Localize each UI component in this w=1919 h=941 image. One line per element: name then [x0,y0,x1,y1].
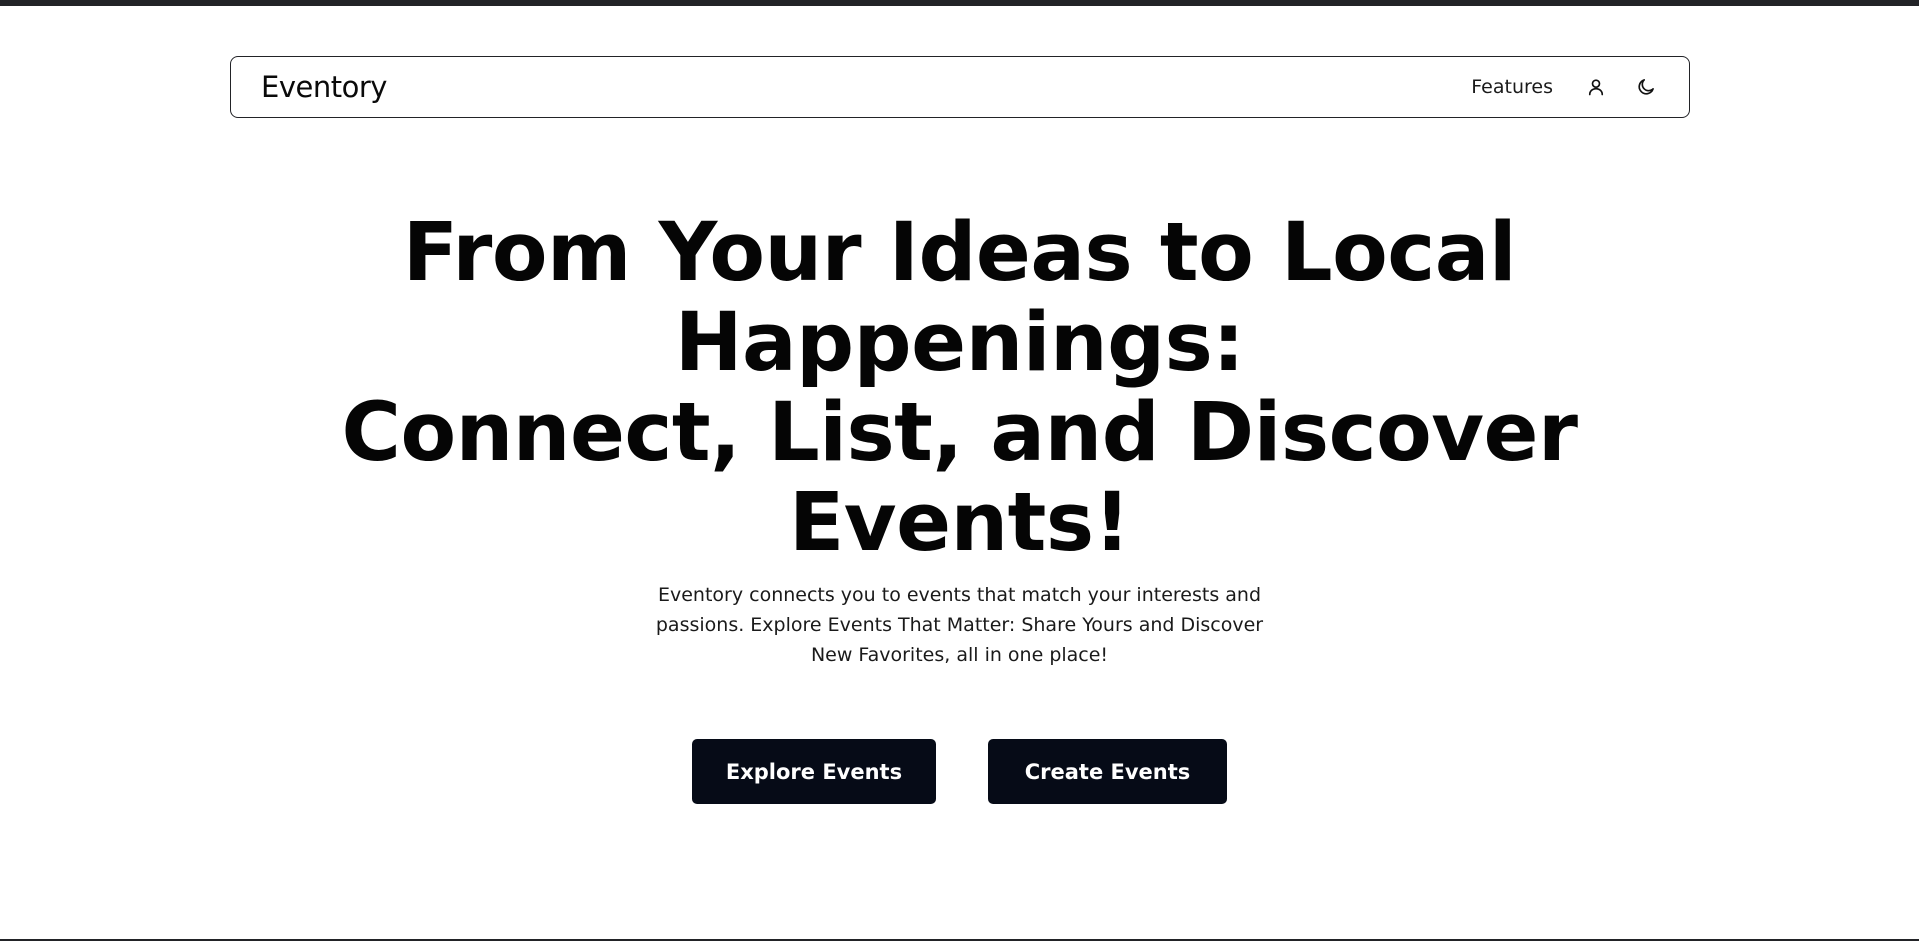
navbar: Eventory Features [230,56,1690,118]
profile-button[interactable] [1583,74,1609,100]
theme-toggle-button[interactable] [1633,74,1659,100]
hero-title-line: Events! [788,476,1131,570]
nav-link-features[interactable]: Features [1471,76,1553,98]
hero-title-line: Happenings: [674,296,1245,390]
user-icon [1588,79,1604,96]
top-border-strip [0,0,1919,6]
hero-subtitle: Eventory connects you to events that mat… [655,584,1264,666]
hero-section: From Your Ideas to Local Happenings: Con… [0,208,1919,670]
brand-logo[interactable]: Eventory [261,70,387,104]
hero-actions: Explore Events Create Events [0,739,1919,804]
hero-title: From Your Ideas to Local Happenings: Con… [0,208,1919,568]
nav-right-group: Features [1471,74,1659,100]
explore-events-button[interactable]: Explore Events [692,739,936,804]
create-events-button[interactable]: Create Events [988,739,1227,804]
hero-title-line: From Your Ideas to Local [402,206,1517,300]
moon-icon [1638,79,1654,95]
hero-title-line: Connect, List, and Discover [341,386,1578,480]
